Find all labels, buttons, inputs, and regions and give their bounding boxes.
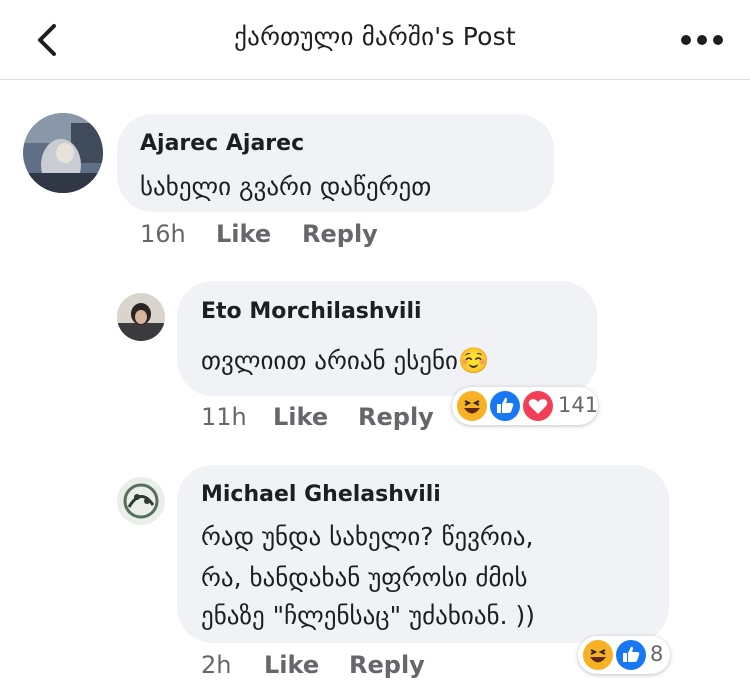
- page-title: ქართული მარში's Post: [234, 22, 516, 51]
- reaction-count: 8: [650, 642, 664, 666]
- avatar[interactable]: [117, 477, 165, 525]
- comment-author[interactable]: Michael Ghelashvili: [201, 482, 441, 507]
- avatar[interactable]: [23, 113, 103, 193]
- avatar[interactable]: [117, 293, 165, 341]
- like-link[interactable]: Like: [216, 220, 271, 248]
- reaction-summary[interactable]: 8: [578, 636, 670, 674]
- like-reaction-icon: [490, 391, 520, 421]
- avatar-photo: [117, 293, 165, 341]
- like-reaction-icon: [616, 640, 646, 670]
- comment-text: სახელი გვარი დაწერეთ: [140, 172, 432, 201]
- reply-link[interactable]: Reply: [302, 220, 378, 248]
- reply-link[interactable]: Reply: [358, 403, 434, 431]
- reply-link[interactable]: Reply: [349, 651, 425, 679]
- like-link[interactable]: Like: [273, 403, 328, 431]
- avatar-photo: [23, 113, 103, 193]
- comment-text: თვლიით არიან ესენი☺️: [201, 346, 490, 375]
- reaction-count: 141: [558, 393, 599, 417]
- comment-time: 2h: [201, 651, 232, 679]
- comment-time: 16h: [140, 220, 186, 248]
- reaction-summary[interactable]: 141: [452, 387, 598, 425]
- more-horizontal-icon: [681, 35, 723, 45]
- comment-text-line: რად უნდა სახელი? წევრია,: [201, 522, 534, 551]
- comment-time: 11h: [201, 403, 247, 431]
- avatar-photo: [117, 477, 165, 525]
- post-header: ქართული მარში's Post: [0, 0, 750, 80]
- comment-text-line: რა, ხანდახან უფროსი ძმის: [201, 563, 528, 592]
- comment-text-line: ენაზე "ჩლენსაც" უძახიან. )): [201, 601, 535, 630]
- love-reaction-icon: [523, 391, 553, 421]
- like-link[interactable]: Like: [264, 651, 319, 679]
- more-options-button[interactable]: [676, 24, 728, 56]
- haha-reaction-icon: [457, 391, 487, 421]
- comment-author[interactable]: Eto Morchilashvili: [201, 299, 422, 324]
- comment-author[interactable]: Ajarec Ajarec: [140, 131, 304, 156]
- haha-reaction-icon: [583, 640, 613, 670]
